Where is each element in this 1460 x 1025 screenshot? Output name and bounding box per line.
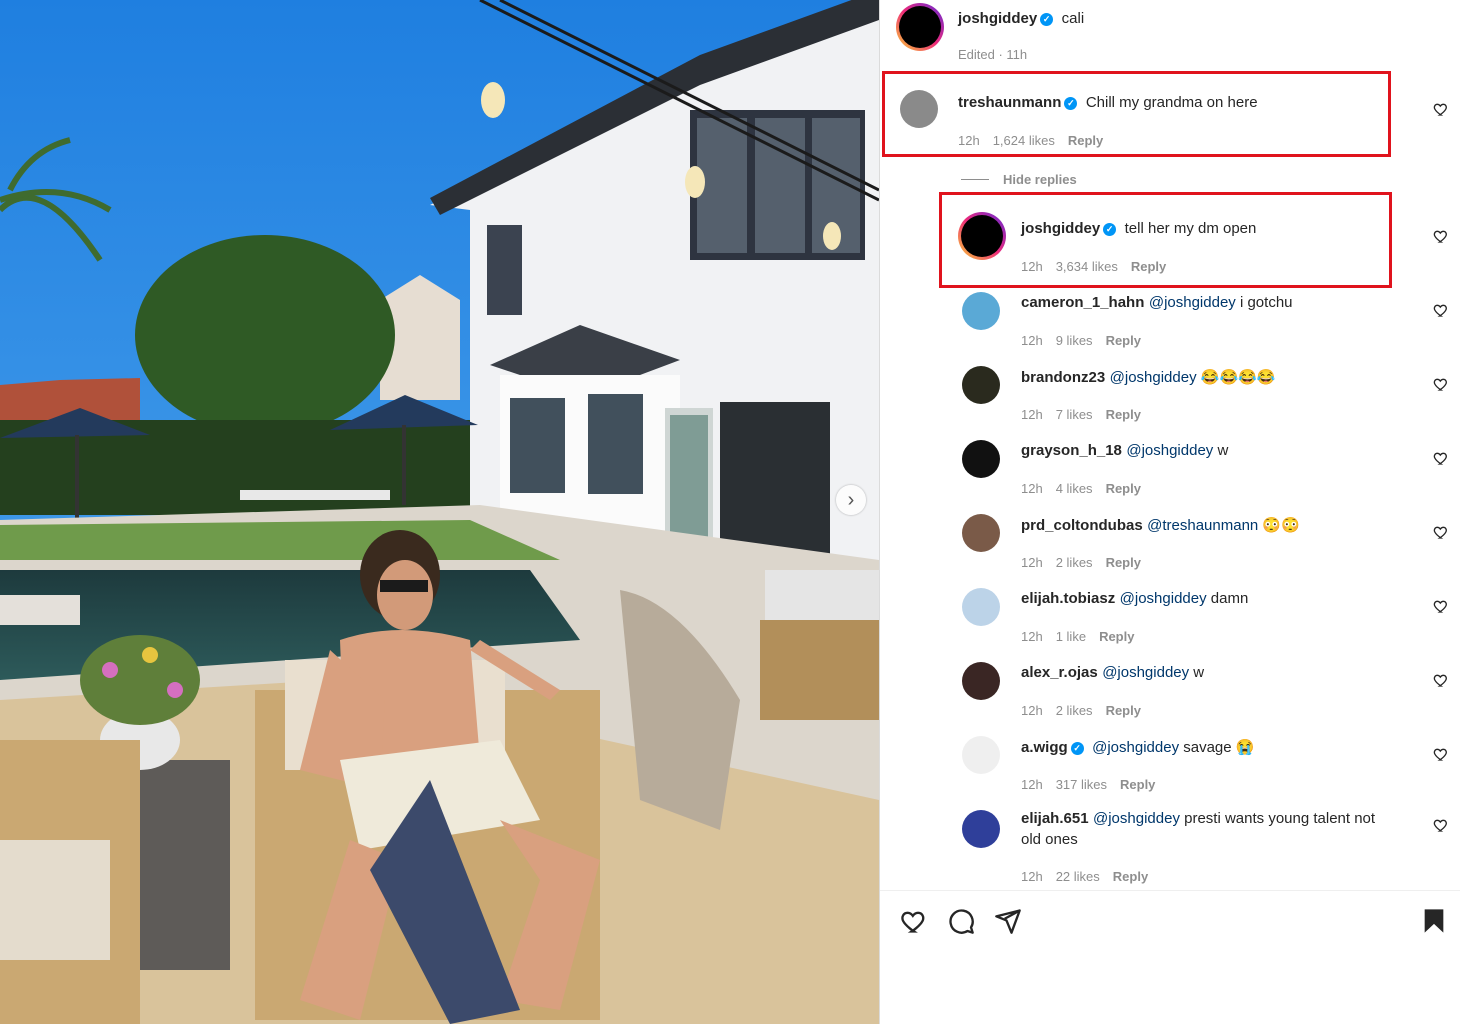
comment-mention[interactable]: @treshaunmann xyxy=(1147,517,1258,534)
comment-time: 12h xyxy=(1021,333,1043,348)
like-comment-icon[interactable] xyxy=(1433,598,1449,614)
verified-badge-icon: ✓ xyxy=(1070,742,1084,755)
like-comment-icon[interactable] xyxy=(1433,302,1449,318)
comment-username[interactable]: elijah.tobiasz xyxy=(1021,590,1115,607)
caption-username[interactable]: joshgiddey xyxy=(958,10,1037,27)
comment-text: w xyxy=(1189,664,1205,681)
like-comment-icon[interactable] xyxy=(1433,450,1449,466)
post-image xyxy=(0,0,879,1024)
like-comment-icon[interactable] xyxy=(1433,672,1449,688)
comment-mention[interactable]: @joshgiddey xyxy=(1110,369,1197,386)
comment-likes[interactable]: 1 like xyxy=(1056,629,1086,644)
comments-panel: joshgiddey ✓ cali Edited · 11h treshaunma… xyxy=(879,0,1460,1024)
commenter-avatar[interactable] xyxy=(962,366,1000,404)
comment-mention[interactable]: @joshgiddey xyxy=(1102,664,1189,681)
comment-username[interactable]: prd_coltondubas xyxy=(1021,517,1143,534)
comment-mention[interactable]: @joshgiddey xyxy=(1149,294,1236,311)
comment-time: 12h xyxy=(1021,777,1043,792)
like-comment-icon[interactable] xyxy=(1433,817,1449,833)
comment-likes[interactable]: 2 likes xyxy=(1056,555,1093,570)
comment-likes[interactable]: 317 likes xyxy=(1056,777,1107,792)
comment-time: 12h xyxy=(1021,703,1043,718)
caption-meta: Edited · 11h xyxy=(958,47,1028,62)
commenter-avatar[interactable] xyxy=(962,514,1000,552)
comment-username[interactable]: cameron_1_hahn xyxy=(1021,294,1144,311)
comment-mention[interactable]: @joshgiddey xyxy=(1092,739,1179,756)
like-comment-icon[interactable] xyxy=(1433,746,1449,762)
reply-item: elijah.651 @joshgiddey presti wants youn… xyxy=(880,808,1460,888)
comment-mention[interactable]: @joshgiddey xyxy=(1126,442,1213,459)
reply-button[interactable]: Reply xyxy=(1106,555,1141,570)
bookmark-icon[interactable] xyxy=(1420,907,1448,935)
reply-item: alex_r.ojas @joshgiddey w 12h 2 likes Repl… xyxy=(880,660,1460,730)
reply-button[interactable]: Reply xyxy=(1106,333,1141,348)
like-comment-icon[interactable] xyxy=(1433,228,1449,244)
reply-button[interactable]: Reply xyxy=(1106,703,1141,718)
reply-item: grayson_h_18 @joshgiddey w 12h 4 likes Rep… xyxy=(880,438,1460,508)
comment-username[interactable]: brandonz23 xyxy=(1021,369,1105,386)
comment-text: savage 😭 xyxy=(1179,739,1255,756)
comment-likes[interactable]: 7 likes xyxy=(1056,407,1093,422)
reply-item: a.wigg ✓ @joshgiddey savage 😭 12h 317 like… xyxy=(880,734,1460,804)
comment-mention[interactable]: @joshgiddey xyxy=(1120,590,1207,607)
comment-username[interactable]: grayson_h_18 xyxy=(1021,442,1122,459)
comment-mention[interactable]: @joshgiddey xyxy=(1093,810,1180,827)
comment-time: 12h xyxy=(1021,869,1043,884)
comment-likes[interactable]: 9 likes xyxy=(1056,333,1093,348)
comment-likes[interactable]: 2 likes xyxy=(1056,703,1093,718)
comment-time: 12h xyxy=(1021,481,1043,496)
author-avatar[interactable] xyxy=(896,3,944,51)
comment-text: damn xyxy=(1206,590,1249,607)
comment-likes[interactable]: 22 likes xyxy=(1056,869,1100,884)
comment-likes[interactable]: 4 likes xyxy=(1056,481,1093,496)
next-image-button[interactable]: › xyxy=(836,485,866,515)
like-comment-icon[interactable] xyxy=(1433,524,1449,540)
comment-time: 12h xyxy=(1021,407,1043,422)
reply-button[interactable]: Reply xyxy=(1099,629,1134,644)
comment-text: 😳😳 xyxy=(1258,517,1300,534)
comment-text: i gotchu xyxy=(1235,294,1293,311)
post-photo: › xyxy=(0,0,879,1024)
reply-item: cameron_1_hahn @joshgiddey i gotchu 12h 9… xyxy=(880,290,1460,360)
send-icon[interactable] xyxy=(994,907,1022,935)
commenter-avatar[interactable] xyxy=(962,440,1000,478)
comment-text: 😂😂😂😂 xyxy=(1196,369,1276,386)
heart-icon[interactable] xyxy=(900,907,928,935)
hide-replies-button[interactable]: Hide replies xyxy=(961,172,1077,187)
comment-username[interactable]: elijah.651 xyxy=(1021,810,1089,827)
post-actions-bar xyxy=(880,890,1460,1025)
comment-text: w xyxy=(1213,442,1229,459)
highlight-box xyxy=(939,192,1392,288)
chevron-right-icon: › xyxy=(847,488,855,511)
comment-text: presti wants young talent not xyxy=(1179,810,1376,827)
comment-text-continued: old ones xyxy=(1021,831,1078,848)
reply-item: elijah.tobiasz @joshgiddey damn 12h 1 lik… xyxy=(880,586,1460,656)
reply-button[interactable]: Reply xyxy=(1120,777,1155,792)
comment-username[interactable]: alex_r.ojas xyxy=(1021,664,1098,681)
reply-button[interactable]: Reply xyxy=(1106,407,1141,422)
like-comment-icon[interactable] xyxy=(1433,376,1449,392)
comment-username[interactable]: a.wigg xyxy=(1021,739,1068,756)
caption-text: cali xyxy=(1061,10,1085,27)
reply-button[interactable]: Reply xyxy=(1106,481,1141,496)
comment-time: 12h xyxy=(1021,555,1043,570)
reply-button[interactable]: Reply xyxy=(1113,869,1148,884)
commenter-avatar[interactable] xyxy=(962,810,1000,848)
commenter-avatar[interactable] xyxy=(962,736,1000,774)
reply-item: brandonz23 @joshgiddey 😂😂😂😂 12h 7 likes Re… xyxy=(880,364,1460,434)
comment-icon[interactable] xyxy=(947,907,975,935)
like-comment-icon[interactable] xyxy=(1433,101,1449,117)
highlight-box xyxy=(882,71,1391,157)
comment-time: 12h xyxy=(1021,629,1043,644)
reply-item: prd_coltondubas @treshaunmann 😳😳 12h 2 li… xyxy=(880,512,1460,582)
verified-badge-icon: ✓ xyxy=(1040,13,1054,26)
post-caption: joshgiddey ✓ cali Edited · 11h xyxy=(880,0,1460,70)
commenter-avatar[interactable] xyxy=(962,588,1000,626)
commenter-avatar[interactable] xyxy=(962,662,1000,700)
commenter-avatar[interactable] xyxy=(962,292,1000,330)
